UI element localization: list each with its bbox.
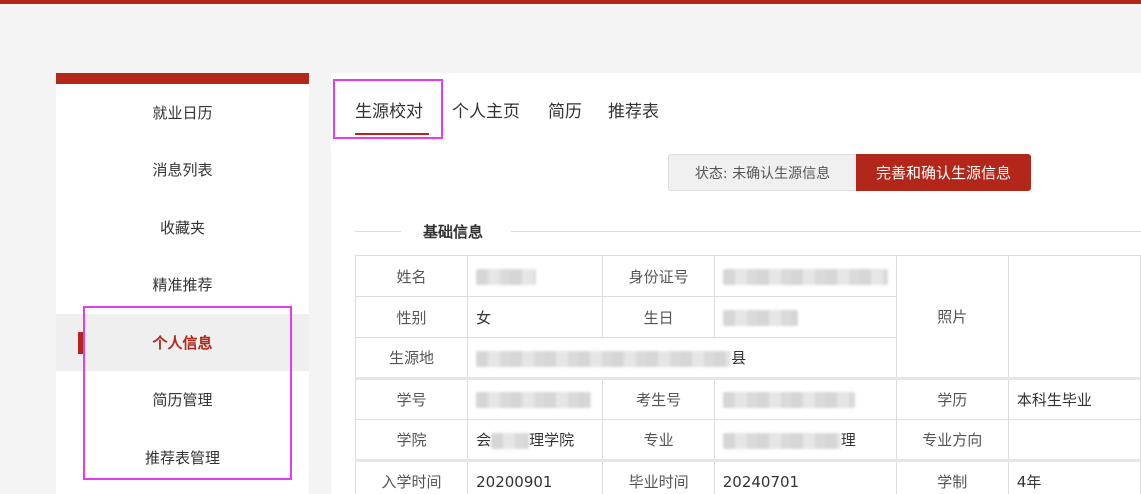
major-suffix: 理 [840,431,856,449]
sidebar-item-label: 个人信息 [152,334,213,352]
sidebar-item-label: 收藏夹 [159,219,205,237]
sidebar-item-personal-info[interactable]: 个人信息 [56,314,309,371]
active-indicator [78,332,83,354]
status-badge: 状态: 未确认生源信息 [668,154,856,191]
enroll-time-value: 20200901 [467,459,604,494]
tab-resume[interactable]: 简历 [548,97,582,122]
redacted-value [722,268,888,285]
student-no-value [467,377,604,420]
tab-active-underline [355,133,429,135]
sidebar-item-label: 消息列表 [152,161,213,179]
origin-label: 生源地 [354,337,469,379]
sidebar-item-messages[interactable]: 消息列表 [56,141,309,198]
sidebar-item-label: 推荐表管理 [144,449,220,467]
enroll-time-label: 入学时间 [354,459,469,494]
student-no-label: 学号 [354,377,469,420]
redacted-value [722,309,798,326]
exam-no-label: 考生号 [602,377,715,420]
id-label: 身份证号 [602,255,715,297]
main-panel: 生源校对 个人主页 简历 推荐表 状态: 未确认生源信息 完善和确认生源信息 基… [331,73,1141,494]
graduate-time-label: 毕业时间 [602,459,715,494]
photo-cell [1007,255,1141,379]
confirm-source-info-button[interactable]: 完善和确认生源信息 [856,154,1031,191]
major-direction-value [1007,419,1141,461]
sidebar-item-calendar[interactable]: 就业日历 [56,84,309,141]
graduate-time-value: 20240701 [713,459,897,494]
photo-label: 照片 [895,255,1009,379]
college-label: 学院 [354,419,469,461]
major-label: 专业 [602,419,715,461]
gender-label: 性别 [354,296,469,338]
id-value [713,255,897,297]
section-divider [355,231,401,232]
college-prefix: 会 [476,431,492,449]
birthday-value [713,296,897,338]
sidebar-item-label: 就业日历 [152,104,213,122]
sidebar-item-label: 精准推荐 [152,276,213,294]
section-divider [511,231,1141,232]
birthday-label: 生日 [602,296,715,338]
sidebar-item-recommend[interactable]: 精准推荐 [56,256,309,313]
sidebar-item-label: 简历管理 [152,391,213,409]
education-label: 学历 [895,377,1009,420]
origin-value: 县 [467,337,897,379]
duration-value: 4年 [1007,459,1141,494]
redacted-value [722,392,855,408]
redacted-value [476,350,732,367]
tab-homepage[interactable]: 个人主页 [452,97,520,122]
name-value [467,255,604,297]
section-title: 基础信息 [423,223,484,241]
gender-value: 女 [467,296,604,338]
education-value: 本科生毕业 [1007,377,1141,420]
college-value: 会 理学院 [467,419,604,461]
major-value: 理 [713,419,897,461]
redacted-value [476,268,537,285]
sidebar-item-favorites[interactable]: 收藏夹 [56,199,309,256]
redacted-value [722,432,841,449]
origin-suffix: 县 [731,349,747,367]
duration-label: 学制 [895,459,1009,494]
tab-source-check[interactable]: 生源校对 [355,97,423,122]
redacted-value [491,432,530,449]
sidebar: 就业日历 消息列表 收藏夹 精准推荐 个人信息 简历管理 推荐表管理 [56,73,309,494]
sidebar-header-bar [56,73,309,84]
name-label: 姓名 [354,255,469,297]
major-direction-label: 专业方向 [895,419,1009,461]
sidebar-item-recommend-form[interactable]: 推荐表管理 [56,429,309,486]
college-suffix: 理学院 [529,431,575,449]
tab-recommend-form[interactable]: 推荐表 [608,97,659,122]
basic-info-table: 姓名 身份证号 照片 性别 女 生日 生源地 县 学号 考生号 学历 本科生毕业… [354,255,1141,494]
redacted-value [476,392,592,408]
exam-no-value [713,377,897,420]
top-accent-bar [0,0,1141,4]
sidebar-item-resume[interactable]: 简历管理 [56,371,309,428]
